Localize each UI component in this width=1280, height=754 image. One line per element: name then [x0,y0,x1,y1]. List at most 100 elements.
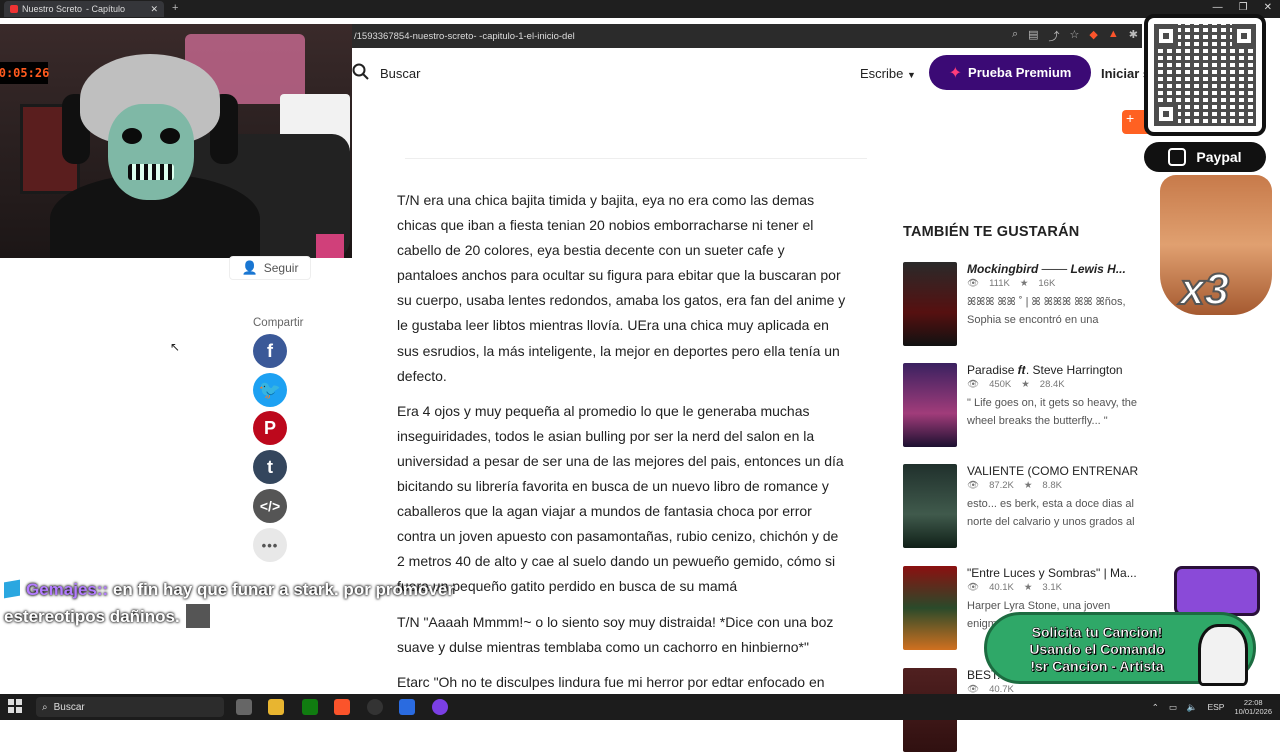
recommendations-heading: TAMBIÉN TE GUSTARÁN [903,224,1080,240]
chat-message: Gemajes:: en fin hay que funar a stark. … [4,576,494,630]
close-tab-icon[interactable]: ✕ [150,4,158,15]
multiplier-label: x3 [1179,264,1230,315]
more-options-icon[interactable]: ••• [253,528,287,562]
twitter-icon[interactable]: 🐦 [253,373,287,407]
chevron-up-icon[interactable]: ⌃ [1152,702,1159,713]
chat-app-icon[interactable] [432,699,448,715]
votes-count: 8.8K [1042,480,1062,491]
follow-label: Seguir [263,261,299,275]
address-bar-icons: ⌕ ▤ ⤴ ☆ ◆ ▲ ✱ [1012,28,1138,44]
banner-text: Solicita tu Cancion! Usando el Comando !… [1002,624,1192,675]
book-title[interactable]: "Entre Luces y Sombras" | Ma... [967,566,1139,580]
reader-icon[interactable]: ▤ [1028,28,1038,44]
clock[interactable]: 22:08 10/01/2026 [1234,698,1272,716]
votes-icon: ★ [1023,582,1033,593]
premium-label: Prueba Premium [968,65,1072,80]
paypal-badge: Paypal [1144,142,1266,172]
book-cover[interactable] [903,566,957,650]
brave-rewards-icon[interactable]: ▲ [1108,28,1119,44]
volume-icon[interactable]: 🔈 [1187,702,1198,713]
divider [405,158,867,159]
taskbar-search[interactable]: ⌕ Buscar [36,697,224,717]
share-icon[interactable]: ⤴ [1049,28,1060,44]
file-explorer-icon[interactable] [268,699,284,715]
search-icon: ⌕ [42,701,48,713]
pinterest-icon[interactable]: P [253,411,287,445]
embed-code-icon[interactable]: </> [253,489,287,523]
mascot-icon [1198,624,1248,686]
url-text[interactable]: /1593367854-nuestro-screto- -capitulo-1-… [354,31,575,42]
book-cover[interactable] [903,262,957,346]
webcam-overlay [0,24,352,258]
brave-browser-icon[interactable] [334,699,350,715]
app-icon[interactable] [399,699,415,715]
browser-tab[interactable]: Nuestro Screto - Capítulo ✕ [4,1,164,17]
paypal-label: Paypal [1196,149,1242,165]
reads-icon: 👁 [967,379,980,390]
login-link[interactable]: Iniciar s [1101,66,1150,81]
banner-line: Solicita tu Cancion! [1031,624,1163,640]
brave-shield-icon[interactable]: ◆ [1089,28,1097,44]
reads-count: 450K [989,379,1012,390]
xbox-icon[interactable] [302,699,318,715]
votes-count: 28.4K [1039,379,1065,390]
book-cover[interactable] [903,464,957,548]
clock-time: 22:08 [1243,698,1263,707]
wattpad-favicon-icon [10,5,18,13]
site-header: Buscar Escribe ▼ ✦ Prueba Premium Inicia… [352,48,1280,98]
reads-count: 40.1K [989,582,1014,593]
book-description: esto... es berk, esta a doce dias al nor… [967,498,1135,528]
badge-cube-icon [4,579,20,599]
facebook-icon[interactable]: f [253,334,287,368]
premium-button[interactable]: ✦ Prueba Premium [929,55,1091,90]
recommendation-item[interactable]: Mockingbird ─── Lewis H... 👁 111K ★ 16K ꕤꕤꕤ… [903,262,1139,348]
book-description: ꕤꕤꕤ ꕤꕤ ˚ | ꕤ ꕤꕤꕤ ꕤꕤ ꕤños, Sophia se enco… [967,296,1126,326]
book-title[interactable]: VALIENTE (COMO ENTRENAR ... [967,464,1139,478]
address-bar[interactable]: /1593367854-nuestro-screto- -capitulo-1-… [352,24,1142,48]
write-menu-button[interactable]: Escribe ▼ [860,66,916,81]
votes-icon: ★ [1023,480,1033,491]
book-title[interactable]: Paradise 𝒇𝒕. Steve Harrington [967,363,1139,378]
recommendation-item[interactable]: VALIENTE (COMO ENTRENAR ... 👁 87.2K ★ 8.8K … [903,464,1139,550]
follow-button[interactable]: 👤 Seguir [229,256,311,280]
reads-icon: 👁 [967,480,980,491]
votes-icon: ★ [1019,278,1029,289]
network-icon[interactable]: ▭ [1169,702,1177,713]
windows-start-icon[interactable] [8,699,22,713]
story-body: T/N era una chica bajita timida y bajita… [397,188,849,730]
tab-title-suffix: - Capítulo [86,4,126,14]
emote-icon [185,604,210,628]
story-paragraph: T/N era una chica bajita timida y bajita… [397,192,846,384]
minimize-icon[interactable]: — [1213,2,1223,13]
bookmark-icon[interactable]: ☆ [1070,28,1080,44]
tab-title: Nuestro Screto [22,4,83,14]
close-window-icon[interactable]: ✕ [1264,2,1272,13]
system-tray: ⌃ ▭ 🔈 ESP 22:08 10/01/2026 [1152,698,1272,716]
recommendation-item[interactable]: Paradise 𝒇𝒕. Steve Harrington 👁 450K ★ 28.4… [903,363,1139,449]
reads-count: 87.2K [989,480,1014,491]
browser-tab-bar: Nuestro Screto - Capítulo ✕ + — ❐ ✕ [0,0,1280,18]
reads-icon: 👁 [967,582,980,593]
tumblr-icon[interactable]: t [253,450,287,484]
boombox-icon [1174,566,1260,616]
banner-line: !sr Cancion - Artista [1030,658,1164,674]
language-indicator[interactable]: ESP [1207,702,1224,712]
chevron-down-icon: ▼ [906,70,916,80]
window-controls: — ❐ ✕ [1213,2,1272,13]
search-icon[interactable] [352,63,370,81]
task-view-icon[interactable] [236,699,252,715]
votes-count: 3.1K [1042,582,1062,593]
votes-count: 16K [1038,278,1056,289]
book-cover[interactable] [903,363,957,447]
maximize-icon[interactable]: ❐ [1239,2,1248,13]
book-title[interactable]: Mockingbird ─── Lewis H... [967,262,1139,276]
share-heading: Compartir [253,317,304,329]
new-tab-icon[interactable]: + [172,2,178,14]
add-person-icon: 👤 [241,260,258,275]
sparkle-icon: ✦ [948,64,963,82]
zoom-icon[interactable]: ⌕ [1012,28,1018,44]
mouse-cursor-icon: ↖ [170,340,181,354]
obs-icon[interactable] [367,699,383,715]
extensions-icon[interactable]: ✱ [1129,28,1138,44]
search-input[interactable]: Buscar [380,66,420,81]
